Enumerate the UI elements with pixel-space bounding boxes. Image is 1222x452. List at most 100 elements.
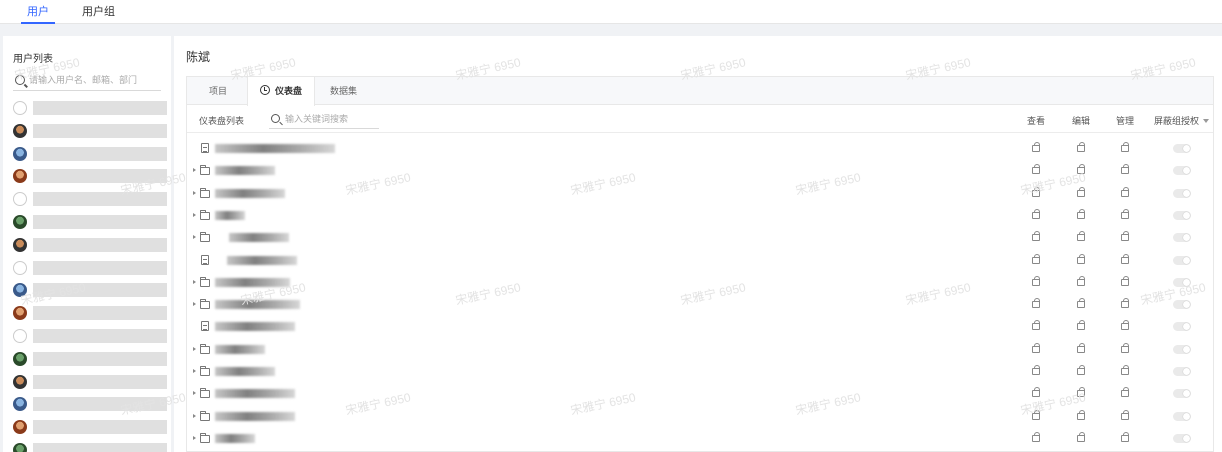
edit-lock-icon[interactable] [1077,387,1085,398]
caret-right-icon[interactable] [193,369,196,373]
edit-lock-icon[interactable] [1077,409,1085,420]
view-lock-icon[interactable] [1032,365,1040,375]
caret-right-icon[interactable] [193,168,196,173]
table-row[interactable] [187,251,1213,273]
user-list-item[interactable] [11,351,171,369]
manage-lock-icon[interactable] [1121,275,1129,286]
caret-right-icon[interactable] [193,302,196,307]
table-row[interactable] [187,228,1213,250]
manage-lock-icon[interactable] [1121,231,1129,242]
caret-right-icon[interactable] [193,391,196,396]
shield-toggle[interactable] [1173,233,1191,243]
shield-toggle[interactable] [1173,433,1191,443]
caret-right-icon[interactable] [193,413,196,418]
manage-lock-icon[interactable] [1121,409,1129,420]
user-list-item[interactable] [11,123,171,141]
view-lock-icon[interactable] [1032,142,1040,152]
view-lock-icon[interactable] [1032,164,1040,175]
manage-lock-icon[interactable] [1121,164,1129,175]
view-lock-icon[interactable] [1032,186,1040,197]
shield-toggle[interactable] [1173,367,1191,376]
user-list-item[interactable] [11,396,171,414]
shield-toggle[interactable] [1173,411,1191,421]
manage-lock-icon[interactable] [1121,387,1129,398]
view-lock-icon[interactable] [1032,298,1040,309]
view-lock-icon[interactable] [1032,387,1040,398]
manage-lock-icon[interactable] [1121,365,1129,375]
edit-lock-icon[interactable] [1077,186,1085,197]
table-row[interactable] [187,384,1213,406]
manage-lock-icon[interactable] [1121,186,1129,197]
user-list-item[interactable] [11,168,171,186]
user-search-input[interactable] [29,73,159,87]
table-row[interactable] [187,161,1213,183]
shield-toggle[interactable] [1173,344,1191,354]
user-list-item[interactable] [11,214,171,232]
edit-lock-icon[interactable] [1077,320,1085,331]
view-lock-icon[interactable] [1032,231,1040,242]
column-shield-group-auth[interactable]: 屏蔽组授权 [1154,114,1210,127]
table-row[interactable] [187,407,1213,429]
user-list-item[interactable] [11,442,171,452]
shield-toggle[interactable] [1173,322,1191,332]
caret-right-icon[interactable] [193,435,196,440]
user-list-item[interactable] [11,100,171,118]
edit-lock-icon[interactable] [1077,208,1085,219]
table-row[interactable] [187,340,1213,362]
view-lock-icon[interactable] [1032,253,1040,264]
shield-toggle[interactable] [1173,210,1191,220]
table-row[interactable] [187,429,1213,451]
user-list-item[interactable] [11,374,171,392]
view-lock-icon[interactable] [1032,320,1040,331]
shield-toggle[interactable] [1173,166,1191,176]
caret-right-icon[interactable] [193,279,196,284]
shield-toggle[interactable] [1173,188,1191,198]
user-list-item[interactable] [11,419,171,437]
shield-toggle[interactable] [1173,300,1191,310]
tab-dashboards[interactable]: 仪表盘 [247,77,316,106]
edit-lock-icon[interactable] [1077,342,1085,353]
table-row[interactable] [187,362,1213,384]
manage-lock-icon[interactable] [1121,208,1129,219]
caret-right-icon[interactable] [193,212,196,217]
tab-user-groups[interactable]: 用户组 [82,0,115,24]
user-list-item[interactable] [11,260,171,278]
user-list-item[interactable] [11,237,171,255]
user-list-item[interactable] [11,305,171,323]
view-lock-icon[interactable] [1032,275,1040,286]
caret-right-icon[interactable] [193,190,196,195]
manage-lock-icon[interactable] [1121,431,1129,442]
edit-lock-icon[interactable] [1077,365,1085,375]
view-lock-icon[interactable] [1032,208,1040,219]
caret-right-icon[interactable] [193,235,196,240]
tab-users[interactable]: 用户 [21,0,55,24]
caret-right-icon[interactable] [193,346,196,351]
dashboard-search-input[interactable] [285,112,377,126]
manage-lock-icon[interactable] [1121,298,1129,309]
user-list-item[interactable] [11,146,171,164]
manage-lock-icon[interactable] [1121,253,1129,264]
user-list-item[interactable] [11,282,171,300]
table-row[interactable] [187,139,1213,161]
manage-lock-icon[interactable] [1121,142,1129,152]
view-lock-icon[interactable] [1032,409,1040,420]
edit-lock-icon[interactable] [1077,253,1085,264]
tab-projects[interactable]: 项目 [209,77,227,105]
shield-toggle[interactable] [1173,144,1191,153]
edit-lock-icon[interactable] [1077,298,1085,309]
table-row[interactable] [187,273,1213,295]
table-row[interactable] [187,184,1213,206]
shield-toggle[interactable] [1173,389,1191,399]
user-list-item[interactable] [11,328,171,346]
shield-toggle[interactable] [1173,255,1191,265]
edit-lock-icon[interactable] [1077,431,1085,442]
table-row[interactable] [187,317,1213,339]
table-row[interactable] [187,295,1213,317]
view-lock-icon[interactable] [1032,342,1040,353]
view-lock-icon[interactable] [1032,431,1040,442]
edit-lock-icon[interactable] [1077,142,1085,152]
tab-datasets[interactable]: 数据集 [330,77,357,105]
manage-lock-icon[interactable] [1121,320,1129,331]
table-row[interactable] [187,206,1213,228]
edit-lock-icon[interactable] [1077,275,1085,286]
